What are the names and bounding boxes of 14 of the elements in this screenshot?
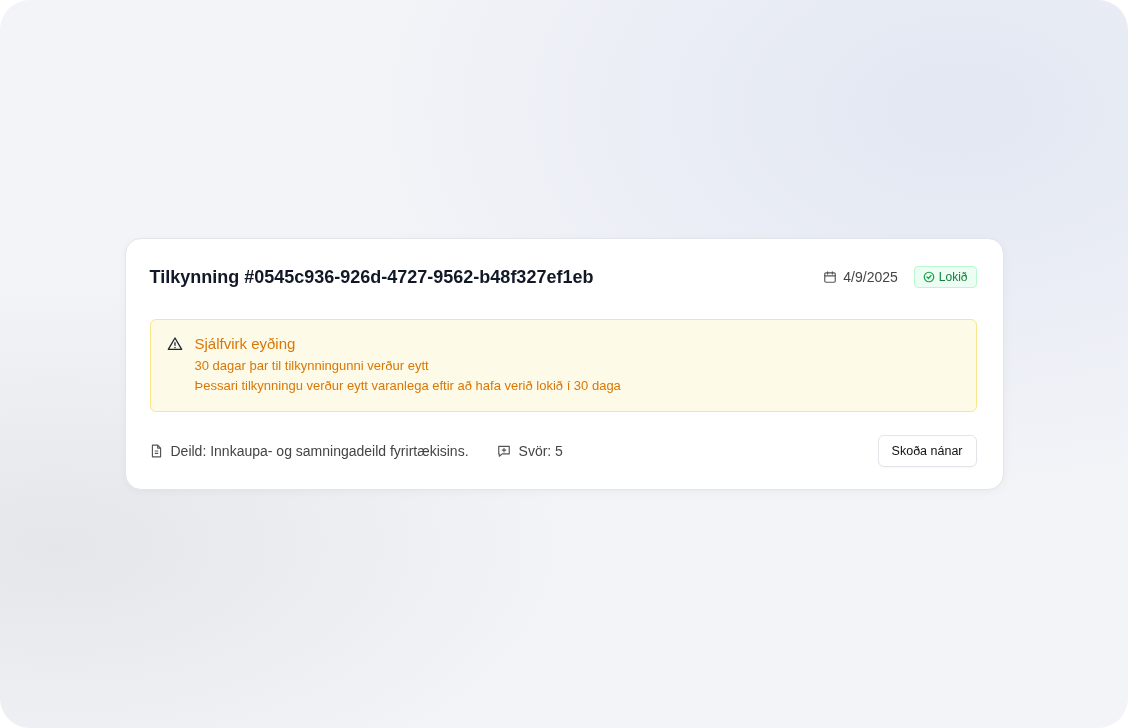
alert-text: 30 dagar þar til tilkynningunni verður eytt [194,357,430,375]
notice-title: Tilkynning #0545c936-926d-4727-9562-b48f327ef1eb [149,266,594,288]
alert-text: Þessari tilkynningu verður eytt varanlega eftir að hafa verið lokið í 30 daga [194,377,621,395]
warning-icon [166,336,183,352]
status-badge: Lokið [913,266,977,288]
department-label: Deild: Innkaupa- og samningadeild fyrirtækisins. [170,443,469,459]
check-circle-icon [922,271,935,283]
view-details-button[interactable]: Skoða nánar [877,435,977,467]
calendar-icon [823,270,838,284]
document-icon [149,444,163,458]
reply-count: Svör: 5 [518,443,563,459]
comment-plus-icon [496,444,511,458]
notice-date: 4/9/2025 [843,269,898,285]
alert-title: Sjálfvirk eyðing [194,334,297,354]
